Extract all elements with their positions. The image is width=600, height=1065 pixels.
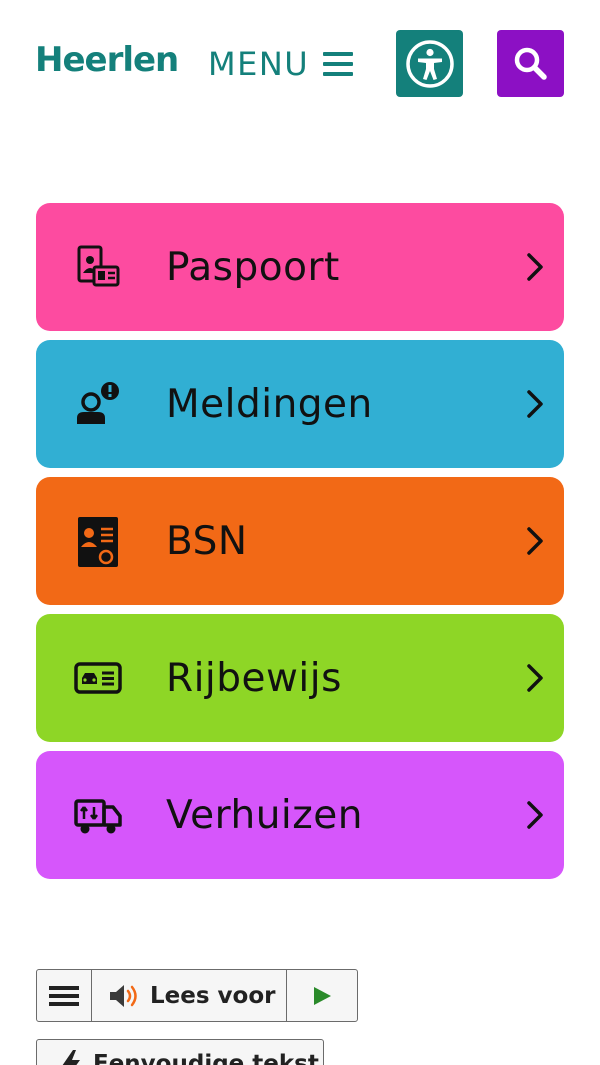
simple-text-label: Eenvoudige tekst [93,1051,319,1065]
menu-button[interactable]: MENU [208,40,354,88]
search-icon [514,47,547,80]
tile-label: BSN [166,518,248,564]
chevron-right-icon [527,253,543,281]
report-person-icon [77,382,119,424]
certificate-id-icon [78,517,118,567]
tile-label: Meldingen [166,381,373,427]
lightning-icon [62,1050,80,1065]
tile-meldingen[interactable]: Meldingen [36,340,564,468]
site-logo[interactable]: Heerlen [35,40,179,80]
read-aloud-menu-button[interactable] [37,970,92,1021]
hamburger-icon [49,985,79,1006]
chevron-right-icon [527,390,543,418]
tile-rijbewijs[interactable]: Rijbewijs [36,614,564,742]
play-icon [314,986,331,1005]
hamburger-icon [323,52,354,76]
read-aloud-label: Lees voor [150,982,276,1009]
read-aloud-toolbar: Lees voor [36,969,358,1022]
read-aloud-button[interactable]: Lees voor [92,970,287,1021]
passport-icon [77,245,120,287]
accessibility-button[interactable] [396,30,463,97]
search-button[interactable] [497,30,564,97]
speaker-icon [110,984,137,1007]
service-tiles: Paspoort Meldingen BSN Rijbewijs Verhuiz… [36,203,564,888]
driving-license-icon [74,662,122,694]
tile-label: Rijbewijs [166,655,342,701]
simple-text-button[interactable]: Eenvoudige tekst [36,1039,324,1065]
tile-bsn[interactable]: BSN [36,477,564,605]
chevron-right-icon [527,664,543,692]
accessibility-icon [405,39,454,88]
chevron-right-icon [527,527,543,555]
menu-label: MENU [208,45,310,83]
moving-truck-icon [74,799,122,834]
tile-paspoort[interactable]: Paspoort [36,203,564,331]
play-button[interactable] [287,970,357,1021]
tile-label: Verhuizen [166,792,363,838]
tile-verhuizen[interactable]: Verhuizen [36,751,564,879]
tile-label: Paspoort [166,244,340,290]
chevron-right-icon [527,801,543,829]
